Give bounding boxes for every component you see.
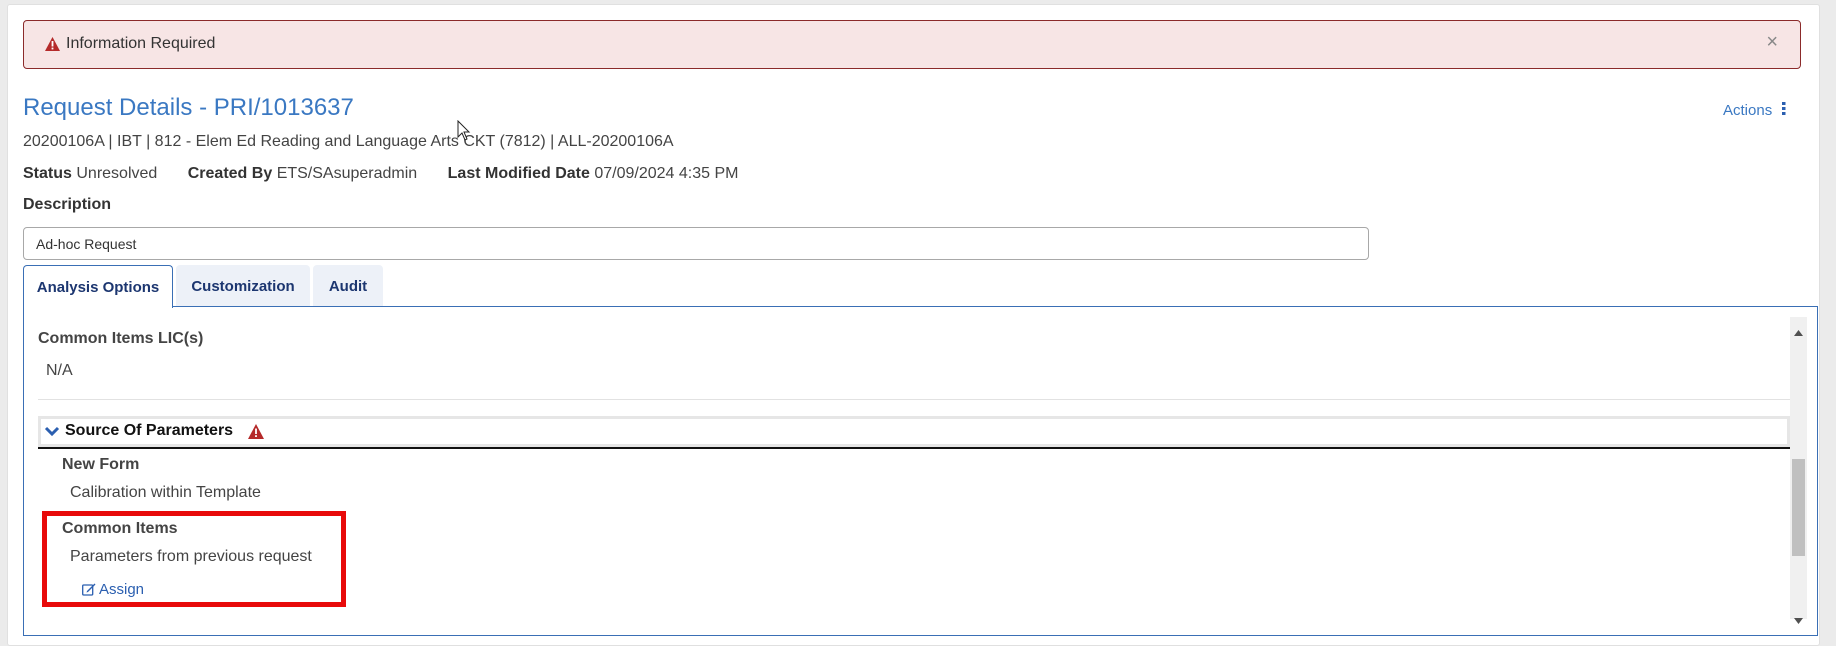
assign-label: Assign — [99, 581, 145, 598]
source-of-parameters-header[interactable]: Source Of Parameters — [38, 416, 1790, 447]
edit-icon — [82, 583, 96, 596]
mouse-pointer-icon — [457, 119, 471, 147]
last-modified-field: Last Modified Date 07/09/2024 4:35 PM — [448, 165, 739, 182]
status-value: Unresolved — [76, 165, 158, 182]
created-by-label: Created By — [187, 165, 273, 182]
description-label: Description — [23, 196, 112, 213]
scrollbar-thumb[interactable] — [1792, 459, 1805, 556]
status-field: Status Unresolved — [23, 165, 157, 182]
common-items-lic-value: N/A — [46, 362, 73, 379]
common-items-value: Parameters from previous request — [70, 548, 312, 565]
last-modified-value: 07/09/2024 4:35 PM — [594, 165, 739, 182]
common-items-label: Common Items — [62, 520, 178, 537]
created-by-value: ETS/SAsuperadmin — [276, 165, 418, 182]
actions-label: Actions — [1723, 102, 1773, 119]
common-items-lic-label: Common Items LIC(s) — [38, 330, 204, 347]
scroll-up-arrow-icon[interactable] — [1794, 323, 1803, 341]
description-input[interactable] — [23, 227, 1369, 260]
last-modified-label: Last Modified Date — [447, 165, 590, 182]
section-title: Source Of Parameters — [65, 422, 234, 439]
request-subtitle: 20200106A | IBT | 812 - Elem Ed Reading … — [23, 133, 674, 150]
close-alert-button[interactable]: × — [1766, 32, 1778, 52]
tab-analysis-options[interactable]: Analysis Options — [23, 265, 173, 308]
alert-message: Information Required — [66, 35, 216, 52]
tab-customization[interactable]: Customization — [176, 265, 310, 307]
tab-audit[interactable]: Audit — [313, 265, 383, 307]
section-underline — [38, 447, 1790, 449]
panel-scrollbar[interactable] — [1790, 317, 1807, 624]
created-by-field: Created By ETS/SAsuperadmin — [188, 165, 417, 182]
page-title: Request Details - PRI/1013637 — [23, 94, 354, 121]
kebab-menu-icon — [1782, 102, 1786, 119]
warning-icon — [248, 424, 264, 444]
request-meta: Status Unresolved Created By ETS/SAsuper… — [23, 165, 764, 183]
status-label: Status — [23, 165, 72, 182]
actions-menu-button[interactable]: Actions — [1723, 102, 1786, 119]
scroll-down-arrow-icon[interactable] — [1794, 611, 1803, 629]
assign-link[interactable]: Assign — [82, 581, 144, 598]
warning-icon — [45, 37, 60, 56]
chevron-down-icon — [44, 422, 60, 445]
new-form-value: Calibration within Template — [70, 484, 261, 501]
new-form-label: New Form — [62, 456, 140, 473]
section-divider — [38, 399, 1790, 400]
information-required-alert: Information Required × — [23, 20, 1801, 69]
